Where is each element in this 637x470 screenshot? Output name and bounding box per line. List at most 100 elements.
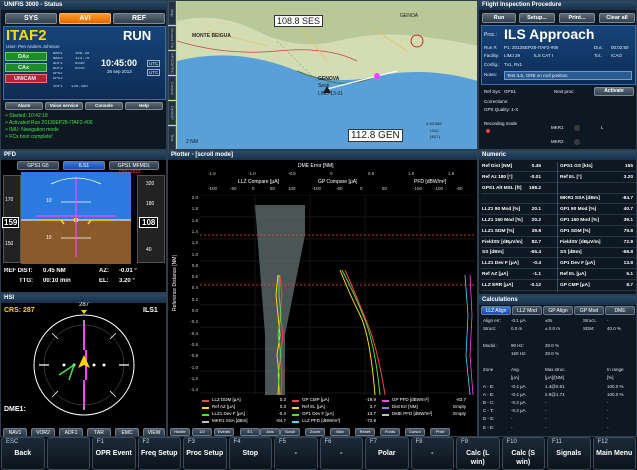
fkey-label: - <box>294 450 297 457</box>
az-value: -0.01 ° <box>119 268 137 274</box>
legend-value: 3.7 <box>369 404 376 409</box>
source-unicam[interactable]: UNICAM <box>5 74 47 83</box>
dur-label: Dur.: <box>594 45 604 50</box>
plot-footer-button[interactable]: Max <box>330 428 350 436</box>
legend-item[interactable]: Ref EL [μA] 3.7 <box>292 404 380 411</box>
plot-footer-button[interactable]: Fonts <box>380 428 400 436</box>
setup-button[interactable]: Setup... <box>519 13 555 23</box>
plot-footer-button[interactable]: Print <box>430 428 450 436</box>
legend-item[interactable]: GP PFD [dBW/m²] -83.7 <box>382 397 470 404</box>
calc-cell: Avg. <box>511 367 520 373</box>
map-tab-demap[interactable]: DeMAP <box>168 101 176 125</box>
fkey-f5[interactable]: F5 - <box>274 437 318 470</box>
run-button[interactable]: Run <box>482 13 516 23</box>
legend-name: GP1 Dev F [μA] <box>302 411 334 416</box>
facility-value: LIMJ 29 <box>504 53 521 58</box>
fkey-f4[interactable]: F4 Stop <box>228 437 272 470</box>
fkey-esc[interactable]: ESC Back <box>1 437 45 470</box>
y-tick: -0.6 <box>190 341 198 347</box>
legend-item[interactable]: DME PFD [dBW/m²] Empty <box>382 411 470 418</box>
hsi-tar-button[interactable]: TAR <box>87 428 111 436</box>
legend-item[interactable]: MKR1 SSA [dBm] -84.7 <box>202 418 290 425</box>
plot-footer-button[interactable]: Events <box>214 428 234 436</box>
numeric-row: LLZ1 Dev F [μA] -0.4 GP1 Dev F [μA] 13.8 <box>481 259 636 270</box>
fkey-f3[interactable]: F3 Proc Setup <box>183 437 227 470</box>
map-tab-ground-trk[interactable]: Ground Trk <box>168 26 176 50</box>
calc-tab[interactable]: DME <box>605 306 635 315</box>
clear-all-button[interactable]: Clear all <box>599 13 635 23</box>
fkey-f10[interactable]: F10 Calc (S win) <box>501 437 545 470</box>
legend-swatch <box>292 421 299 423</box>
hsi-vor2-button[interactable]: VOR2 <box>31 428 55 436</box>
calc-tab[interactable]: LLZ Align <box>481 306 511 315</box>
legend-item[interactable]: LLZ DDM [μA] 0.3 <box>202 397 290 404</box>
map-label-ses: 108.8 SES <box>274 15 324 27</box>
calc-tab[interactable]: GP Mod <box>574 306 604 315</box>
fkey-f2[interactable]: F2 Freq Setup <box>137 437 181 470</box>
calc-tab[interactable]: LLZ Mod <box>512 306 542 315</box>
legend-item[interactable]: LLZ PFD [dBW/m²] -72.9 <box>292 418 380 425</box>
fkey-f7[interactable]: F7 Polar <box>365 437 409 470</box>
map-tab-map[interactable]: Map <box>168 1 176 25</box>
plot-footer-button[interactable]: Reset <box>355 428 375 436</box>
alarm-button[interactable]: Alarm <box>5 102 43 110</box>
hsi-view-button[interactable]: VIEW <box>143 428 165 436</box>
plot-footer-button[interactable]: Scroll <box>280 428 300 436</box>
proc-label: Proc.: <box>484 32 498 38</box>
source-cax[interactable]: CAx <box>5 63 47 72</box>
map-panel: Map Ground Trk SPCD/PRC Control DeMAP Te… <box>167 0 478 150</box>
calc-cell: - <box>545 424 547 430</box>
notes-value: Test ILS, ORB on roof position <box>504 71 632 80</box>
calc-title: Calculations <box>479 296 636 305</box>
fkey-f11[interactable]: F11 Signals <box>547 437 591 470</box>
hsi-nav1-button[interactable]: NAV1 <box>3 428 27 436</box>
fkey-label: Main Menu <box>596 450 633 457</box>
map-tab-test[interactable]: Test <box>168 126 176 149</box>
plot-footer-button[interactable]: E1 <box>240 428 260 436</box>
voice-service-button[interactable]: Voice service <box>45 102 83 110</box>
plot-area[interactable] <box>200 195 475 395</box>
legend-value: -19.9 <box>365 397 376 402</box>
tab-ref[interactable]: REF <box>113 13 165 24</box>
map-tab-control[interactable]: Control <box>168 76 176 100</box>
hsi-adf1-button[interactable]: ADF1 <box>59 428 83 436</box>
rec-mode-dot[interactable] <box>486 129 490 133</box>
calc-tab[interactable]: GP Align <box>543 306 573 315</box>
numeric-row: LLZ1 150 Mod [%] 20.2 GP1 150 Mod [%] 39.1 <box>481 216 636 226</box>
legend-item[interactable]: GP1 Dev F [μA] 13.7 <box>292 411 380 418</box>
map-tab-spcd[interactable]: SPCD/PRC <box>168 51 176 75</box>
fkey-code: F4 <box>233 439 241 445</box>
fkey-f8[interactable]: F8 - <box>410 437 454 470</box>
console-button[interactable]: Console <box>85 102 123 110</box>
tab-sys[interactable]: SYS <box>5 13 57 24</box>
legend-item[interactable]: Ref AZ [μA] 0.3 <box>202 404 290 411</box>
fkey-blank[interactable] <box>46 437 90 470</box>
plot-footer-button[interactable]: Holder <box>170 428 190 436</box>
pfd-gps1-button[interactable]: GPS1 G5 <box>17 161 59 170</box>
help-button[interactable]: Help <box>125 102 163 110</box>
calc-cell: - <box>607 408 609 414</box>
y-tick: 0.6 <box>191 274 198 280</box>
plot-footer-button[interactable]: 1/2 <box>192 428 212 436</box>
numeric-label: LLZ ERR [μA] <box>482 282 514 288</box>
legend-item[interactable]: LLZ1 Dev F [μA] -0.4 <box>202 411 290 418</box>
fkey-f1[interactable]: F1 OPR Event <box>92 437 136 470</box>
calc-cell: 100.0 % <box>607 383 624 389</box>
config-label: Config.: <box>484 62 500 67</box>
activate-button[interactable]: Activate <box>594 87 634 96</box>
legend-item[interactable]: GP CMP [μA] -19.9 <box>292 397 380 404</box>
print-button[interactable]: Print... <box>559 13 595 23</box>
source-dax[interactable]: DAx <box>5 52 47 61</box>
plot-footer-button[interactable]: Axis <box>260 428 280 436</box>
fkey-f6[interactable]: F6 - <box>319 437 363 470</box>
fkey-f12[interactable]: F12 Main Menu <box>592 437 636 470</box>
plot-footer-button[interactable]: Zoom <box>305 428 325 436</box>
tab-avi[interactable]: AVI <box>59 13 111 24</box>
legend-item[interactable]: Dist Err [NM] Empty <box>382 404 470 411</box>
plot-footer-button[interactable]: Cursor <box>405 428 425 436</box>
fkey-f9[interactable]: F9 Calc (L win) <box>456 437 500 470</box>
hsi-emc-button[interactable]: EMC <box>115 428 139 436</box>
calc-cell: -0.4 μA <box>511 383 526 389</box>
pfd-ils1-button[interactable]: ILS1 <box>63 161 105 170</box>
numeric-value: 39.8 <box>531 228 541 234</box>
